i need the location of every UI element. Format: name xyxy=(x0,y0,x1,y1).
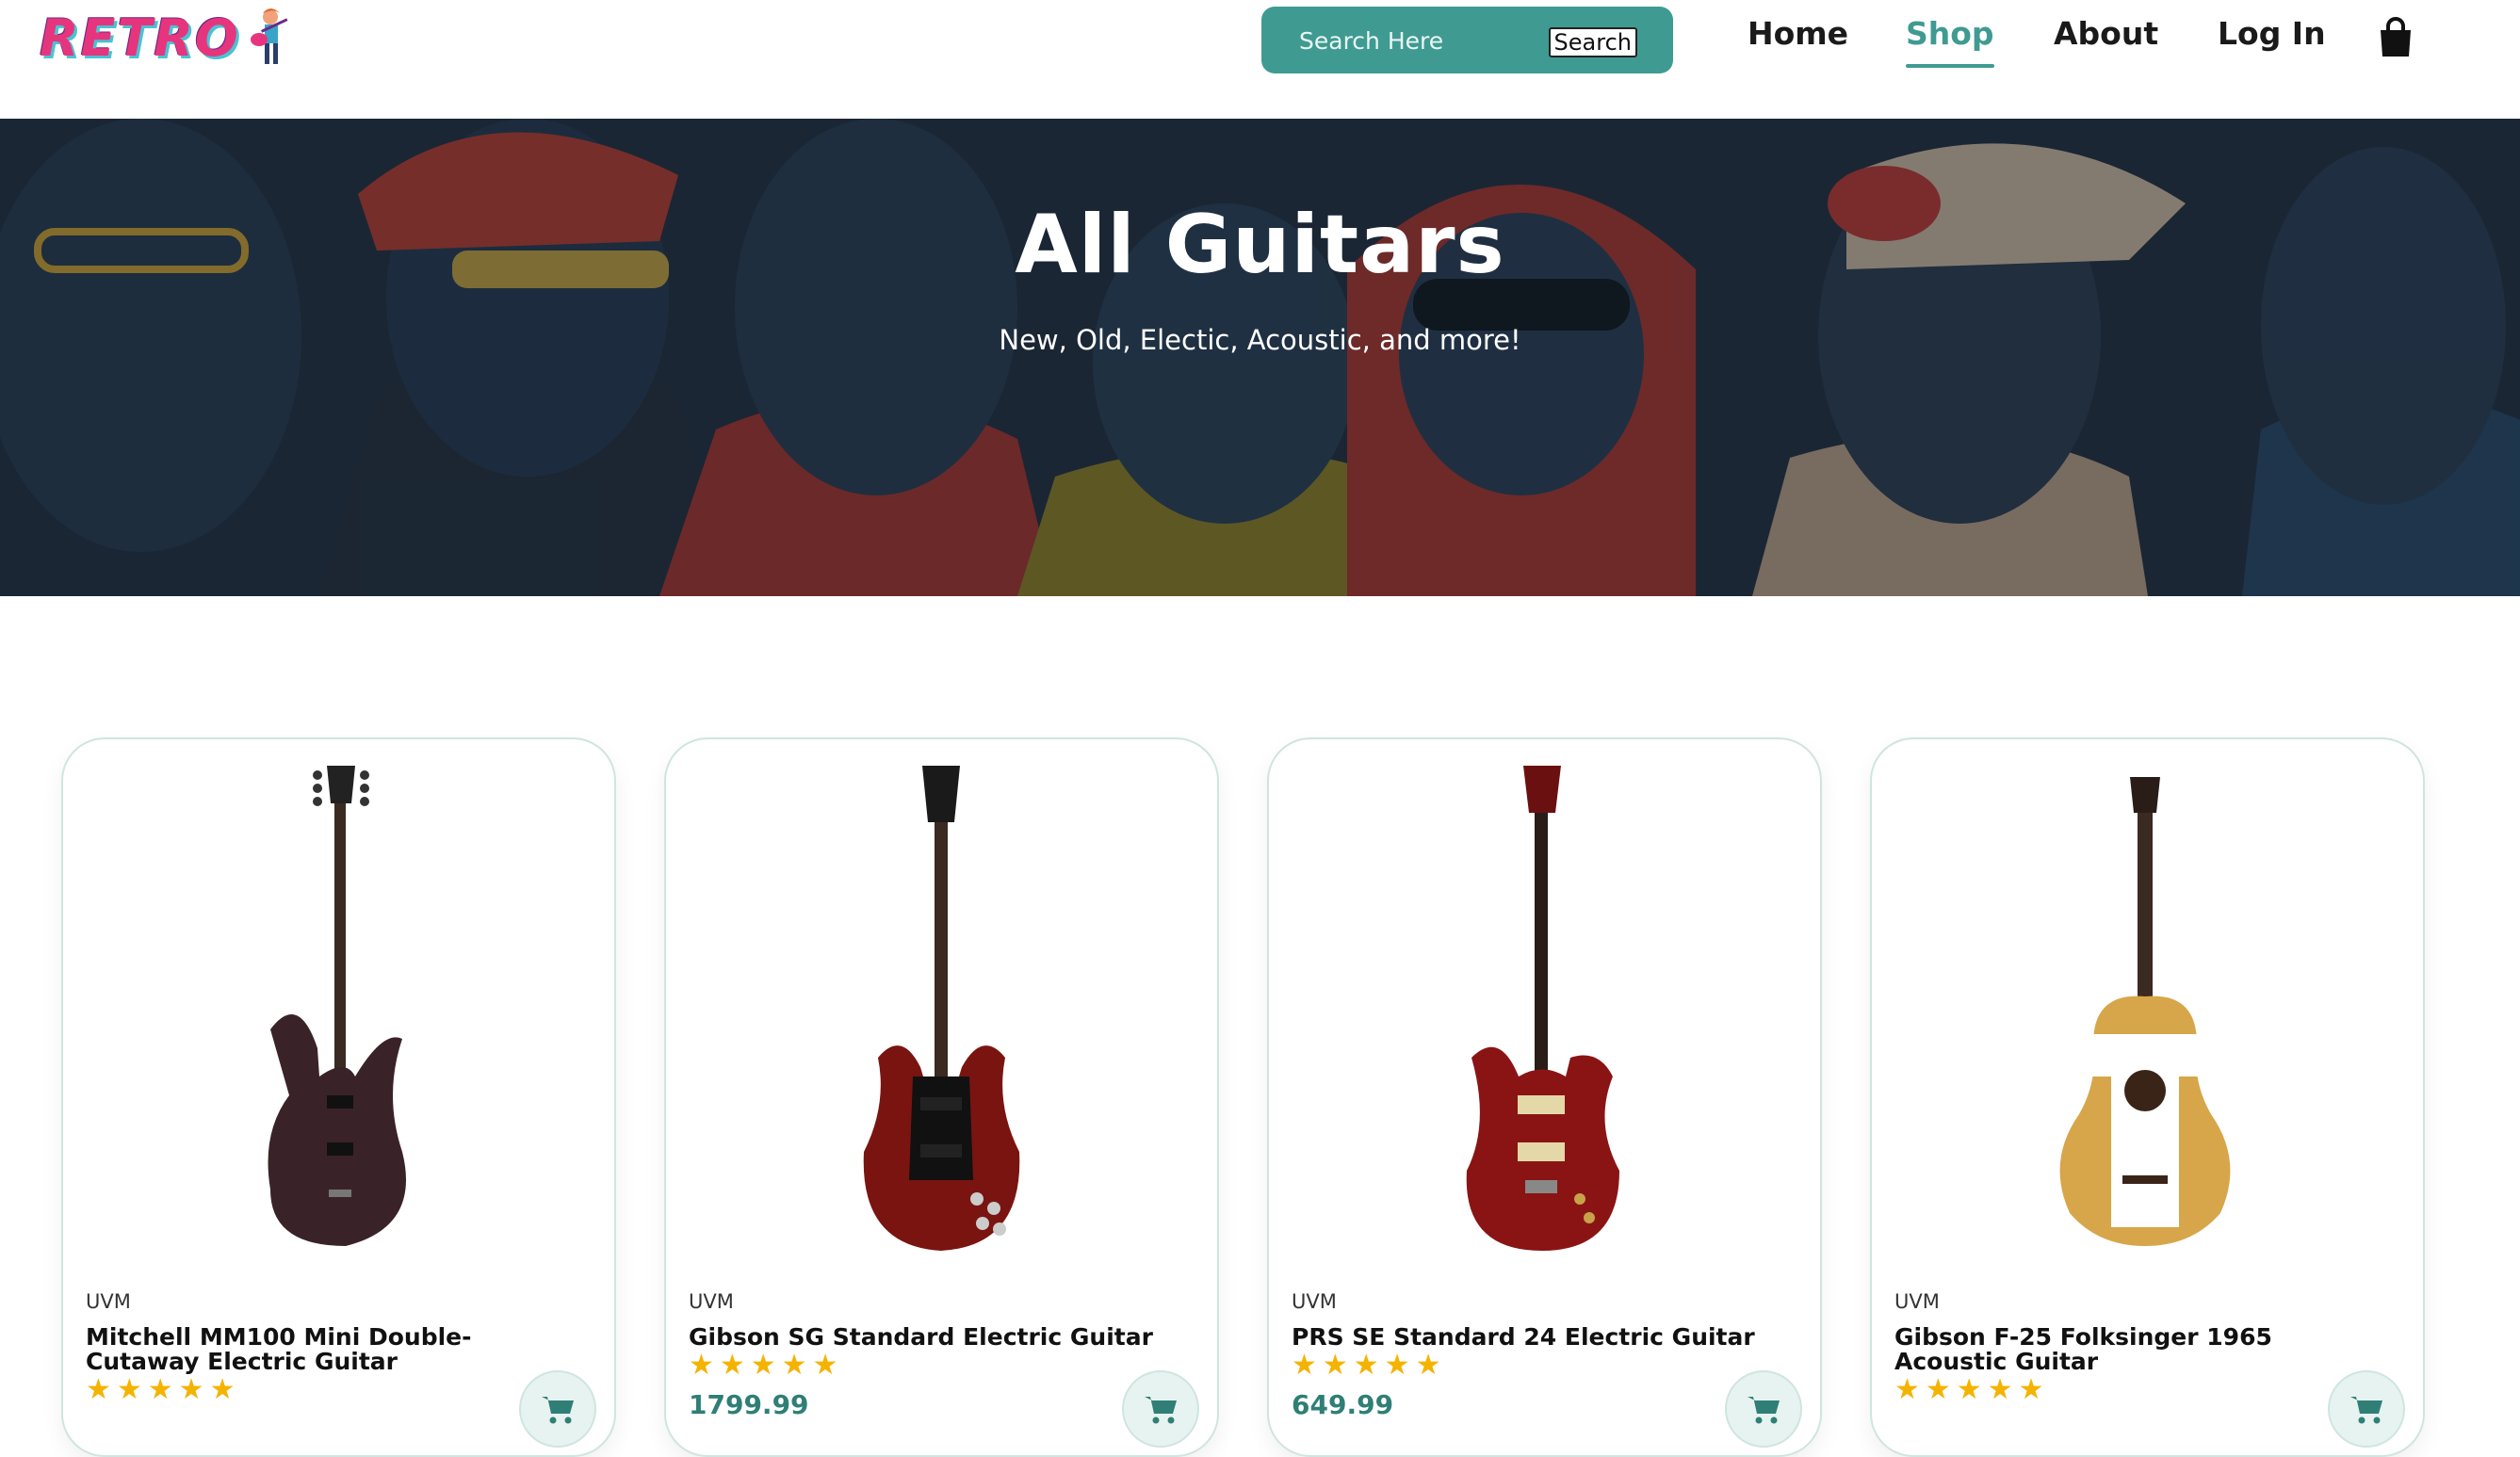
add-to-cart-button[interactable] xyxy=(1725,1370,1802,1448)
nav-login[interactable]: Log In xyxy=(2218,15,2326,62)
add-to-cart-button[interactable] xyxy=(1122,1370,1199,1448)
rating-stars: ★★★★★ xyxy=(86,1373,241,1406)
guitar-image xyxy=(268,766,406,1246)
nav-shop-label: Shop xyxy=(1906,15,1994,52)
rating-stars: ★★★★★ xyxy=(1292,1349,1447,1382)
product-card[interactable]: UVM Mitchell MM100 Mini Double-Cutaway E… xyxy=(61,737,616,1457)
site-header: RETRO Search Home Shop About Log In xyxy=(0,0,2520,119)
guitar-image xyxy=(1466,766,1619,1251)
product-card[interactable]: UVM Gibson F-25 Folksinger 1965 Acoustic… xyxy=(1870,737,2425,1457)
add-to-cart-button[interactable] xyxy=(519,1370,596,1448)
logo-text: RETRO xyxy=(40,8,240,68)
product-card[interactable]: UVM PRS SE Standard 24 Electric Guitar ★… xyxy=(1267,737,1822,1457)
cart-icon xyxy=(2350,1397,2382,1424)
product-name[interactable]: Gibson F-25 Folksinger 1965 Acoustic Gui… xyxy=(1894,1325,2384,1374)
product-price: 1799.99 xyxy=(689,1389,809,1420)
add-to-cart-button[interactable] xyxy=(2328,1370,2405,1448)
product-name[interactable]: Gibson SG Standard Electric Guitar xyxy=(689,1325,1179,1350)
cart-icon xyxy=(542,1397,574,1424)
guitarist-logo-icon xyxy=(250,8,288,64)
nav-about[interactable]: About xyxy=(2054,15,2158,62)
hero-title: All Guitars xyxy=(1015,198,1505,292)
hero-illustration xyxy=(0,119,2520,596)
cart-icon xyxy=(1748,1397,1780,1424)
nav-about-label: About xyxy=(2054,15,2159,52)
guitar-image xyxy=(2059,777,2231,1246)
product-name[interactable]: PRS SE Standard 24 Electric Guitar xyxy=(1292,1325,1781,1350)
product-brand: UVM xyxy=(689,1290,734,1313)
rating-stars: ★★★★★ xyxy=(689,1349,844,1382)
search-bar: Search xyxy=(1261,7,1673,73)
nav-login-label: Log In xyxy=(2218,15,2326,52)
shopping-bag-icon[interactable] xyxy=(2377,17,2414,58)
product-brand: UVM xyxy=(86,1290,131,1313)
product-brand: UVM xyxy=(1292,1290,1337,1313)
cart-icon xyxy=(1145,1397,1177,1424)
product-name[interactable]: Mitchell MM100 Mini Double-Cutaway Elect… xyxy=(86,1325,576,1374)
active-nav-underline xyxy=(1906,64,1994,68)
product-brand: UVM xyxy=(1894,1290,1940,1313)
nav-home-label: Home xyxy=(1748,15,1849,52)
hero-banner: All Guitars New, Old, Electic, Acoustic,… xyxy=(0,119,2520,596)
guitar-image xyxy=(863,766,1020,1251)
product-card[interactable]: UVM Gibson SG Standard Electric Guitar ★… xyxy=(664,737,1219,1457)
search-button[interactable]: Search xyxy=(1548,27,1637,57)
rating-stars: ★★★★★ xyxy=(1894,1373,2050,1406)
site-logo[interactable]: RETRO xyxy=(40,6,299,70)
nav-home[interactable]: Home xyxy=(1748,15,1848,62)
product-price: 649.99 xyxy=(1292,1389,1394,1420)
hero-subtitle: New, Old, Electic, Acoustic, and more! xyxy=(999,324,1521,356)
nav-shop[interactable]: Shop xyxy=(1906,15,1994,68)
search-input[interactable] xyxy=(1297,22,1536,59)
